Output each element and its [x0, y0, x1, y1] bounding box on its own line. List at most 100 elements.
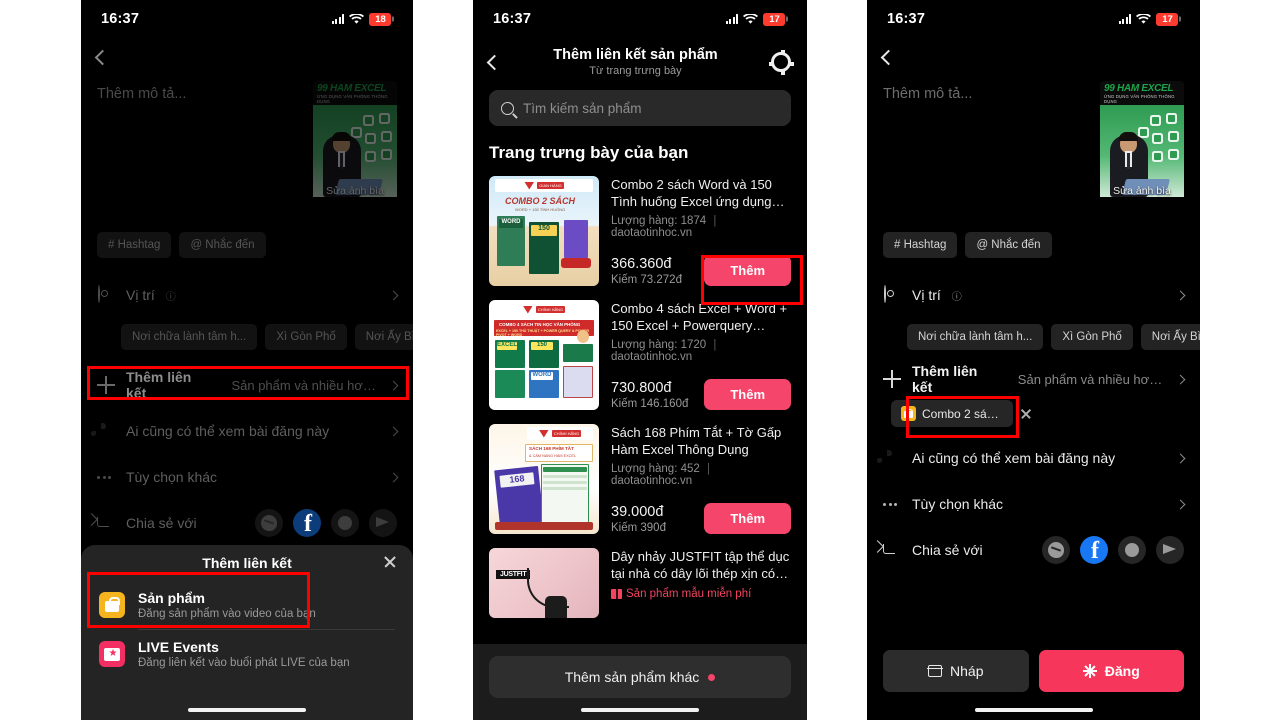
product-info: Dây nhảy JUSTFIT tập thể dục tại nhà có …	[611, 548, 791, 618]
add-product-button[interactable]: Thêm	[704, 503, 791, 534]
battery-indicator: 18	[369, 12, 391, 26]
shop-name: daotaotinhoc.vn	[611, 351, 693, 364]
facebook-icon[interactable]: f	[1080, 536, 1108, 564]
location-row[interactable]: Vị trí ⓘ	[81, 272, 413, 318]
product-bottom: 730.800đ Kiếm 146.160đ Thêm	[611, 379, 791, 410]
more-products-button[interactable]: Thêm sản phẩm khác	[489, 656, 791, 698]
status-bar: 16:37 17	[867, 0, 1200, 38]
hashtag-chip[interactable]: # Hashtag	[883, 232, 958, 258]
location-chip[interactable]: Xì Gòn Phố	[265, 324, 347, 350]
draft-label: Nháp	[950, 663, 984, 679]
add-product-button[interactable]: Thêm	[704, 379, 791, 410]
product-thumbnail: CHÍNH HÃNG SÁCH 168 PHÍM TẮT & CẨM NANG …	[489, 424, 599, 534]
search-bar[interactable]: Tìm kiếm sản phẩm	[489, 90, 791, 126]
hashtag-chip[interactable]: # Hashtag	[97, 232, 172, 258]
telegram-icon[interactable]	[1156, 536, 1184, 564]
location-chip[interactable]: Nơi chữa lành tâm h...	[907, 324, 1044, 350]
description-area: Thêm mô tả... 99 HAM EXCEL ỨNG DỤNG VĂN …	[81, 76, 413, 226]
add-link-row[interactable]: Thêm liên kết Sản phẩm và nhiều hơn t...	[867, 362, 1200, 396]
cover-subtitle: ỨNG DỤNG VĂN PHÒNG THÔNG DỤNG	[1104, 94, 1175, 104]
messenger-icon[interactable]	[1042, 536, 1070, 564]
header-titles: Thêm liên kết sản phẩm Từ trang trưng bà…	[500, 47, 771, 77]
add-link-label: Thêm liên kết	[912, 363, 978, 395]
location-chip[interactable]: Nơi Ấy Bình Yên	[1140, 324, 1200, 350]
product-price: 39.000đ	[611, 504, 664, 520]
more-products-label: Thêm sản phẩm khác	[564, 669, 700, 685]
chevron-left-icon	[880, 49, 897, 65]
home-indicator	[581, 707, 699, 712]
sheet-item-product[interactable]: Sản phẩm Đăng sản phẩm vào video của bạn	[81, 581, 413, 629]
cover-title: 99 HAM EXCEL	[1104, 83, 1174, 94]
edit-cover-label[interactable]: Sửa ảnh bìa	[313, 185, 397, 197]
telegram-icon[interactable]	[369, 509, 397, 537]
product-name: Combo 4 sách Excel + Word + 150 Excel + …	[611, 301, 788, 334]
product-commission: Kiếm 73.272đ	[611, 274, 682, 286]
location-pin-icon	[883, 285, 901, 304]
more-options-row[interactable]: Tùy chọn khác	[81, 454, 413, 500]
gear-icon[interactable]	[769, 50, 791, 72]
add-link-sub: Sản phẩm và nhiều hơn t...	[1017, 371, 1167, 387]
product-row[interactable]: JUSTFIT Dây nhảy JUSTFIT tập thể dục tại…	[473, 544, 807, 628]
shop-name: daotaotinhoc.vn	[611, 227, 693, 240]
ellipsis-icon	[883, 495, 901, 513]
back-button[interactable]	[81, 38, 413, 76]
more-options-row[interactable]: Tùy chọn khác	[867, 481, 1200, 527]
sheet-title: Thêm liên kết	[202, 555, 292, 571]
mention-chip[interactable]: @ Nhắc đến	[965, 232, 1052, 258]
message-icon[interactable]	[331, 509, 359, 537]
remove-product-icon[interactable]	[1020, 408, 1032, 420]
product-row[interactable]: GIAN HÀNG COMBO 2 SÁCH WORD + 150 TÌNH H…	[473, 172, 807, 296]
stock-label: Lượng hàng:	[611, 339, 678, 352]
search-input[interactable]: Tìm kiếm sản phẩm	[523, 101, 642, 116]
chevron-right-icon	[388, 472, 399, 482]
mention-chip[interactable]: @ Nhắc đến	[179, 232, 266, 258]
stock-label: Lượng hàng:	[611, 463, 678, 476]
page-header: Thêm liên kết sản phẩm Từ trang trưng bà…	[473, 38, 807, 86]
location-chip[interactable]: Xì Gòn Phố	[1051, 324, 1133, 350]
close-icon[interactable]	[383, 555, 397, 569]
messenger-icon[interactable]	[255, 509, 283, 537]
chevron-left-icon	[94, 49, 111, 65]
add-link-sub: Sản phẩm và nhiều hơn t...	[231, 377, 380, 393]
status-indicators: 17	[1118, 12, 1178, 26]
share-with-label: Chia sẻ với	[912, 542, 983, 558]
stock-value: 1874	[680, 215, 707, 228]
sheet-item-live-events[interactable]: LIVE Events Đăng liên kết vào buổi phát …	[81, 630, 413, 678]
share-icon	[883, 541, 901, 559]
signal-icon	[1118, 14, 1131, 24]
message-icon[interactable]	[1118, 536, 1146, 564]
archive-icon	[927, 665, 943, 677]
location-chip[interactable]: Nơi Ấy Bình Yên	[354, 324, 413, 350]
post-button[interactable]: Đăng	[1038, 650, 1184, 692]
location-chip[interactable]: Nơi chữa lành tâm h...	[121, 324, 258, 350]
cover-thumbnail[interactable]: 99 HAM EXCEL ỨNG DỤNG VĂN PHÒNG THÔNG DỤ…	[313, 81, 397, 209]
add-link-row[interactable]: Thêm liên kết Sản phẩm và nhiều hơn t...	[81, 362, 413, 408]
back-button[interactable]	[867, 38, 1200, 76]
location-row[interactable]: Vị trí ⓘ	[867, 272, 1200, 318]
edit-cover-label[interactable]: Sửa ảnh bìa	[1100, 185, 1184, 197]
product-price: 730.800đ	[611, 380, 672, 396]
info-icon: ⓘ	[951, 291, 962, 303]
share-with-row: Chia sẻ với f	[867, 527, 1200, 573]
product-row[interactable]: CHÍNH HÃNG SÁCH 168 PHÍM TẮT & CẨM NANG …	[473, 420, 807, 544]
info-icon: ⓘ	[165, 291, 176, 303]
product-bottom: 366.360đ Kiếm 73.272đ Thêm	[611, 255, 791, 286]
privacy-row[interactable]: Ai cũng có thể xem bài đăng này	[81, 408, 413, 454]
product-thumbnail: JUSTFIT	[489, 548, 599, 618]
description-area: Thêm mô tả... 99 HAM EXCEL ỨNG DỤNG VĂN …	[867, 76, 1200, 226]
facebook-icon[interactable]: f	[293, 509, 321, 537]
add-product-button[interactable]: Thêm	[704, 255, 791, 286]
free-sample-badge: Sản phẩm mẫu miễn phí	[611, 588, 791, 600]
linked-product-chip[interactable]: Combo 2 sách...	[891, 400, 1013, 427]
linked-product-label: Combo 2 sách...	[922, 406, 1003, 421]
cover-title: 99 HAM EXCEL	[317, 83, 387, 94]
location-chip-row: Nơi chữa lành tâm h... Xì Gòn Phố Nơi Ấy…	[867, 318, 1200, 350]
status-clock: 16:37	[101, 11, 140, 27]
cover-thumbnail[interactable]: 99 HAM EXCEL ỨNG DỤNG VĂN PHÒNG THÔNG DỤ…	[1100, 81, 1184, 209]
draft-button[interactable]: Nháp	[883, 650, 1029, 692]
product-row[interactable]: CHÍNH HÃNG COMBO 4 SÁCH TIN HỌC VĂN PHÒN…	[473, 296, 807, 420]
plus-icon	[883, 370, 901, 388]
live-calendar-icon	[99, 641, 125, 667]
privacy-row[interactable]: Ai cũng có thể xem bài đăng này	[867, 435, 1200, 481]
chevron-right-icon	[1175, 453, 1186, 463]
